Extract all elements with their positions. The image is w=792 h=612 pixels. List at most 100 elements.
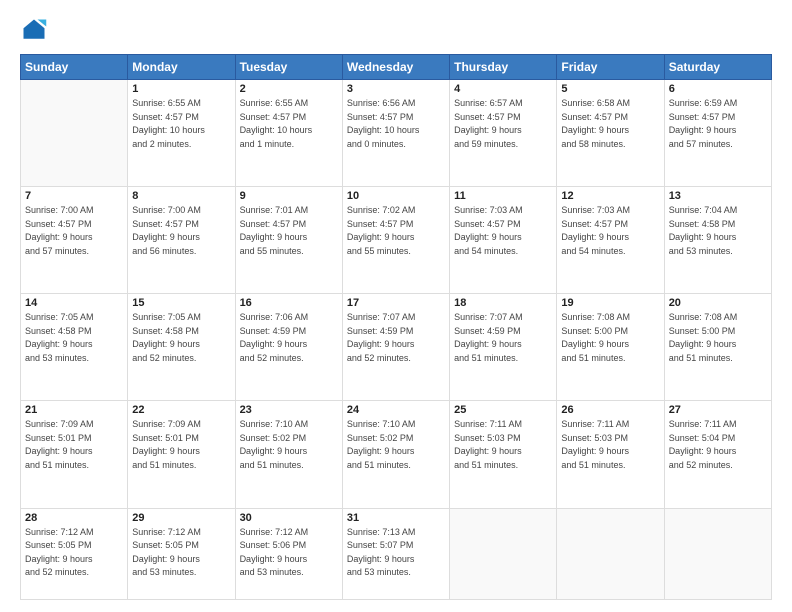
weekday-wednesday: Wednesday xyxy=(342,55,449,80)
day-number: 7 xyxy=(25,190,123,202)
day-cell: 31 Sunrise: 7:13 AM Sunset: 5:07 PM Dayli… xyxy=(342,508,449,599)
day-number: 13 xyxy=(669,190,767,202)
day-info: Sunrise: 7:09 AM Sunset: 5:01 PM Dayligh… xyxy=(132,418,230,472)
day-info: Sunrise: 7:05 AM Sunset: 4:58 PM Dayligh… xyxy=(25,311,123,365)
day-cell: 21 Sunrise: 7:09 AM Sunset: 5:01 PM Dayli… xyxy=(21,401,128,508)
day-number: 20 xyxy=(669,297,767,309)
weekday-thursday: Thursday xyxy=(450,55,557,80)
day-info: Sunrise: 7:08 AM Sunset: 5:00 PM Dayligh… xyxy=(669,311,767,365)
day-number: 14 xyxy=(25,297,123,309)
day-info: Sunrise: 7:12 AM Sunset: 5:05 PM Dayligh… xyxy=(25,526,123,580)
day-number: 5 xyxy=(561,83,659,95)
day-number: 28 xyxy=(25,512,123,524)
day-cell: 6Sunrise: 6:59 AM Sunset: 4:57 PM Daylig… xyxy=(664,80,771,187)
day-cell: 30Sunrise: 7:12 AM Sunset: 5:06 PM Dayli… xyxy=(235,508,342,599)
day-cell xyxy=(664,508,771,599)
day-cell: 25 Sunrise: 7:11 AM Sunset: 5:03 PM Dayli… xyxy=(450,401,557,508)
week-row-2: 14 Sunrise: 7:05 AM Sunset: 4:58 PM Dayli… xyxy=(21,294,772,401)
day-cell: 5 Sunrise: 6:58 AM Sunset: 4:57 PM Daylig… xyxy=(557,80,664,187)
day-info: Sunrise: 6:55 AM Sunset: 4:57 PM Dayligh… xyxy=(240,97,338,151)
day-cell: 14 Sunrise: 7:05 AM Sunset: 4:58 PM Dayli… xyxy=(21,294,128,401)
day-number: 18 xyxy=(454,297,552,309)
day-cell: 28 Sunrise: 7:12 AM Sunset: 5:05 PM Dayli… xyxy=(21,508,128,599)
day-cell: 18 Sunrise: 7:07 AM Sunset: 4:59 PM Dayli… xyxy=(450,294,557,401)
day-cell: 8 Sunrise: 7:00 AM Sunset: 4:57 PM Daylig… xyxy=(128,187,235,294)
day-cell: 27 Sunrise: 7:11 AM Sunset: 5:04 PM Dayli… xyxy=(664,401,771,508)
day-info: Sunrise: 6:56 AM Sunset: 4:57 PM Dayligh… xyxy=(347,97,445,151)
weekday-header-row: SundayMondayTuesdayWednesdayThursdayFrid… xyxy=(21,55,772,80)
weekday-friday: Friday xyxy=(557,55,664,80)
day-cell: 1Sunrise: 6:55 AM Sunset: 4:57 PM Daylig… xyxy=(128,80,235,187)
day-number: 19 xyxy=(561,297,659,309)
day-info: Sunrise: 7:13 AM Sunset: 5:07 PM Dayligh… xyxy=(347,526,445,580)
day-cell: 17 Sunrise: 7:07 AM Sunset: 4:59 PM Dayli… xyxy=(342,294,449,401)
weekday-saturday: Saturday xyxy=(664,55,771,80)
day-cell: 23 Sunrise: 7:10 AM Sunset: 5:02 PM Dayli… xyxy=(235,401,342,508)
day-info: Sunrise: 7:05 AM Sunset: 4:58 PM Dayligh… xyxy=(132,311,230,365)
calendar-table: SundayMondayTuesdayWednesdayThursdayFrid… xyxy=(20,54,772,600)
week-row-0: 1Sunrise: 6:55 AM Sunset: 4:57 PM Daylig… xyxy=(21,80,772,187)
day-cell: 9 Sunrise: 7:01 AM Sunset: 4:57 PM Daylig… xyxy=(235,187,342,294)
day-number: 26 xyxy=(561,404,659,416)
week-row-3: 21 Sunrise: 7:09 AM Sunset: 5:01 PM Dayli… xyxy=(21,401,772,508)
day-cell: 11Sunrise: 7:03 AM Sunset: 4:57 PM Dayli… xyxy=(450,187,557,294)
day-number: 10 xyxy=(347,190,445,202)
day-cell: 2Sunrise: 6:55 AM Sunset: 4:57 PM Daylig… xyxy=(235,80,342,187)
day-info: Sunrise: 7:03 AM Sunset: 4:57 PM Dayligh… xyxy=(454,204,552,258)
day-cell: 29Sunrise: 7:12 AM Sunset: 5:05 PM Dayli… xyxy=(128,508,235,599)
day-number: 17 xyxy=(347,297,445,309)
weekday-tuesday: Tuesday xyxy=(235,55,342,80)
day-cell: 7Sunrise: 7:00 AM Sunset: 4:57 PM Daylig… xyxy=(21,187,128,294)
day-number: 8 xyxy=(132,190,230,202)
day-info: Sunrise: 7:00 AM Sunset: 4:57 PM Dayligh… xyxy=(132,204,230,258)
day-info: Sunrise: 7:07 AM Sunset: 4:59 PM Dayligh… xyxy=(347,311,445,365)
day-number: 27 xyxy=(669,404,767,416)
day-cell: 20 Sunrise: 7:08 AM Sunset: 5:00 PM Dayli… xyxy=(664,294,771,401)
day-cell xyxy=(450,508,557,599)
day-info: Sunrise: 6:58 AM Sunset: 4:57 PM Dayligh… xyxy=(561,97,659,151)
day-number: 22 xyxy=(132,404,230,416)
week-row-4: 28 Sunrise: 7:12 AM Sunset: 5:05 PM Dayli… xyxy=(21,508,772,599)
day-number: 31 xyxy=(347,512,445,524)
weekday-sunday: Sunday xyxy=(21,55,128,80)
day-number: 3 xyxy=(347,83,445,95)
day-info: Sunrise: 7:07 AM Sunset: 4:59 PM Dayligh… xyxy=(454,311,552,365)
day-cell: 19 Sunrise: 7:08 AM Sunset: 5:00 PM Dayli… xyxy=(557,294,664,401)
day-info: Sunrise: 7:02 AM Sunset: 4:57 PM Dayligh… xyxy=(347,204,445,258)
day-number: 23 xyxy=(240,404,338,416)
day-cell xyxy=(21,80,128,187)
day-cell: 4Sunrise: 6:57 AM Sunset: 4:57 PM Daylig… xyxy=(450,80,557,187)
day-cell: 3 Sunrise: 6:56 AM Sunset: 4:57 PM Daylig… xyxy=(342,80,449,187)
day-info: Sunrise: 6:57 AM Sunset: 4:57 PM Dayligh… xyxy=(454,97,552,151)
day-number: 15 xyxy=(132,297,230,309)
weekday-monday: Monday xyxy=(128,55,235,80)
day-number: 21 xyxy=(25,404,123,416)
day-info: Sunrise: 7:09 AM Sunset: 5:01 PM Dayligh… xyxy=(25,418,123,472)
logo xyxy=(20,16,52,44)
day-cell xyxy=(557,508,664,599)
day-cell: 13 Sunrise: 7:04 AM Sunset: 4:58 PM Dayli… xyxy=(664,187,771,294)
day-number: 25 xyxy=(454,404,552,416)
day-cell: 24Sunrise: 7:10 AM Sunset: 5:02 PM Dayli… xyxy=(342,401,449,508)
day-info: Sunrise: 7:06 AM Sunset: 4:59 PM Dayligh… xyxy=(240,311,338,365)
day-info: Sunrise: 7:12 AM Sunset: 5:05 PM Dayligh… xyxy=(132,526,230,580)
day-number: 30 xyxy=(240,512,338,524)
day-info: Sunrise: 6:55 AM Sunset: 4:57 PM Dayligh… xyxy=(132,97,230,151)
day-info: Sunrise: 7:08 AM Sunset: 5:00 PM Dayligh… xyxy=(561,311,659,365)
day-cell: 15 Sunrise: 7:05 AM Sunset: 4:58 PM Dayli… xyxy=(128,294,235,401)
day-number: 9 xyxy=(240,190,338,202)
day-cell: 22 Sunrise: 7:09 AM Sunset: 5:01 PM Dayli… xyxy=(128,401,235,508)
day-info: Sunrise: 7:10 AM Sunset: 5:02 PM Dayligh… xyxy=(240,418,338,472)
day-info: Sunrise: 7:10 AM Sunset: 5:02 PM Dayligh… xyxy=(347,418,445,472)
day-info: Sunrise: 7:11 AM Sunset: 5:04 PM Dayligh… xyxy=(669,418,767,472)
logo-icon xyxy=(20,16,48,44)
header xyxy=(20,16,772,44)
day-number: 16 xyxy=(240,297,338,309)
day-info: Sunrise: 7:04 AM Sunset: 4:58 PM Dayligh… xyxy=(669,204,767,258)
day-cell: 10 Sunrise: 7:02 AM Sunset: 4:57 PM Dayli… xyxy=(342,187,449,294)
page: SundayMondayTuesdayWednesdayThursdayFrid… xyxy=(0,0,792,612)
day-info: Sunrise: 6:59 AM Sunset: 4:57 PM Dayligh… xyxy=(669,97,767,151)
week-row-1: 7 Sunrise: 7:00 AM Sunset: 4:57 PM Daylig… xyxy=(21,187,772,294)
day-info: Sunrise: 7:01 AM Sunset: 4:57 PM Dayligh… xyxy=(240,204,338,258)
day-info: Sunrise: 7:11 AM Sunset: 5:03 PM Dayligh… xyxy=(454,418,552,472)
